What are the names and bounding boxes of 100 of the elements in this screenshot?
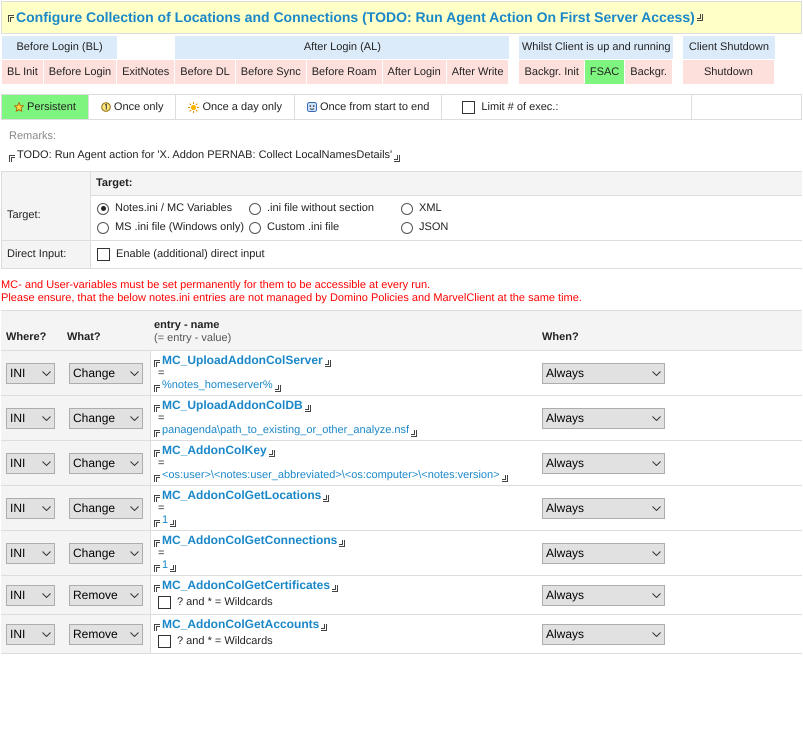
chevron-down-icon	[652, 416, 661, 420]
checkbox[interactable]	[158, 596, 171, 609]
target-option-label: MS .ini file (Windows only)	[115, 221, 244, 234]
when-select[interactable]: Always	[542, 452, 665, 474]
what-select[interactable]: Remove	[69, 624, 143, 644]
where-select[interactable]: INI	[6, 542, 55, 564]
where-select[interactable]: INI	[6, 498, 55, 518]
equals-sign: =	[158, 367, 166, 379]
field-end-icon	[394, 155, 400, 162]
chevron-down-icon	[42, 632, 51, 636]
field-end-icon	[696, 14, 703, 21]
phase-tab[interactable]: Before Roam	[306, 60, 383, 84]
chevron-down-icon	[42, 550, 51, 556]
chevron-down-icon	[130, 506, 139, 510]
phase-tab[interactable]: Before Login	[44, 60, 118, 84]
phase-tab[interactable]: BL Init	[2, 60, 44, 84]
phase-tab[interactable]: Backgr. Init	[519, 60, 585, 84]
checkbox[interactable]	[97, 248, 110, 261]
chevron-down-icon	[42, 370, 51, 376]
chevron-down-icon	[652, 550, 661, 556]
where-select[interactable]: INI	[6, 584, 55, 606]
what-select[interactable]: Remove	[69, 584, 143, 606]
number-one-icon	[100, 102, 111, 112]
what-select[interactable]: Change	[69, 362, 143, 384]
equals-sign: =	[158, 412, 166, 424]
field-start-icon	[8, 14, 14, 22]
target-option-label: JSON	[419, 221, 448, 234]
entry-name: MC_AddonColGetLocations	[162, 489, 322, 502]
field-start-icon	[154, 385, 160, 392]
window-title: Configure Collection of Locations and Connections (TODO: Run Agent Action On First Server Access)	[16, 11, 695, 24]
field-end-icon	[324, 360, 331, 367]
field-end-icon	[502, 475, 508, 482]
entry-value: <os:user>\<notes:user_abbreviated>\<os:computer>\<notes:version>	[162, 469, 500, 482]
equals-sign: =	[158, 457, 166, 469]
target-option-label: Custom .ini file	[267, 221, 340, 234]
field-start-icon	[154, 430, 160, 437]
entry-name: MC_AddonColGetConnections	[162, 534, 338, 547]
radio-button[interactable]	[401, 202, 413, 214]
when-select[interactable]: Always	[542, 584, 665, 606]
target-label: Target:	[2, 172, 91, 240]
entry-value: %notes_homeserver%	[162, 379, 273, 392]
field-start-icon	[154, 624, 160, 631]
when-select[interactable]: Always	[542, 362, 665, 384]
checkbox[interactable]	[462, 100, 476, 114]
when-select[interactable]: Always	[542, 408, 665, 428]
when-select[interactable]: Always	[542, 542, 665, 564]
checkbox[interactable]	[158, 635, 171, 648]
field-start-icon	[154, 585, 160, 592]
phase-tab[interactable]: Before DL	[175, 60, 236, 84]
radio-button[interactable]	[97, 222, 109, 234]
radio-button[interactable]	[249, 202, 261, 214]
chevron-down-icon	[42, 460, 51, 466]
column-header: entry - name	[154, 319, 220, 332]
phase-tab[interactable]: Backgr.	[625, 60, 673, 84]
field-start-icon	[9, 155, 15, 162]
phase-tab[interactable]: After Write	[446, 60, 510, 84]
entry-value: 1	[162, 559, 168, 572]
field-start-icon	[154, 540, 160, 547]
chevron-down-icon	[42, 506, 51, 510]
what-select[interactable]: Change	[69, 498, 143, 518]
chevron-down-icon	[130, 632, 139, 636]
phase-tab[interactable]: FSAC	[584, 60, 626, 84]
field-end-icon	[321, 624, 328, 631]
phase-group-header: Whilst Client is up and running	[519, 36, 673, 60]
field-end-icon	[170, 565, 176, 572]
radio-button[interactable]	[249, 222, 261, 234]
remarks-label: Remarks:	[9, 130, 58, 143]
when-select[interactable]: Always	[542, 624, 665, 644]
field-start-icon	[154, 565, 160, 572]
where-select[interactable]: INI	[6, 362, 55, 384]
direct-input-option: Enable (additional) direct input	[116, 248, 265, 261]
direct-input-label: Direct Input:	[2, 241, 91, 268]
limit-label: Limit # of exec.:	[481, 100, 558, 114]
what-select[interactable]: Change	[69, 542, 143, 564]
column-subheader: (= entry - value)	[154, 332, 232, 345]
when-select[interactable]: Always	[542, 498, 665, 518]
field-end-icon	[274, 385, 281, 392]
wildcards-label: ? and * = Wildcards	[177, 635, 273, 648]
phase-tab[interactable]: Before Sync	[236, 60, 307, 84]
entry-name: MC_UploadAddonColDB	[162, 399, 303, 412]
radio-button[interactable]	[97, 202, 109, 214]
radio-button[interactable]	[401, 222, 413, 234]
what-select[interactable]: Change	[69, 408, 143, 428]
column-header: What?	[66, 331, 102, 345]
where-select[interactable]: INI	[6, 624, 55, 644]
where-select[interactable]: INI	[6, 408, 55, 428]
chevron-down-icon	[42, 592, 51, 598]
entry-name: MC_AddonColGetAccounts	[162, 618, 320, 631]
field-start-icon	[154, 360, 160, 367]
what-select[interactable]: Change	[69, 452, 143, 474]
phase-tab[interactable]: After Login	[382, 60, 447, 84]
where-select[interactable]: INI	[6, 452, 55, 474]
phase-tab[interactable]: Shutdown	[682, 60, 775, 84]
warning-text: MC- and User-variables must be set permanently for them to be accessible at every run.	[1, 279, 432, 292]
field-end-icon	[323, 495, 330, 502]
phase-tab[interactable]: ExitNotes	[117, 60, 176, 84]
frequency-option[interactable]: Persistent	[2, 95, 89, 119]
target-option-label: Notes.ini / MC Variables	[115, 202, 232, 215]
chevron-down-icon	[130, 550, 139, 556]
chevron-down-icon	[130, 370, 139, 376]
